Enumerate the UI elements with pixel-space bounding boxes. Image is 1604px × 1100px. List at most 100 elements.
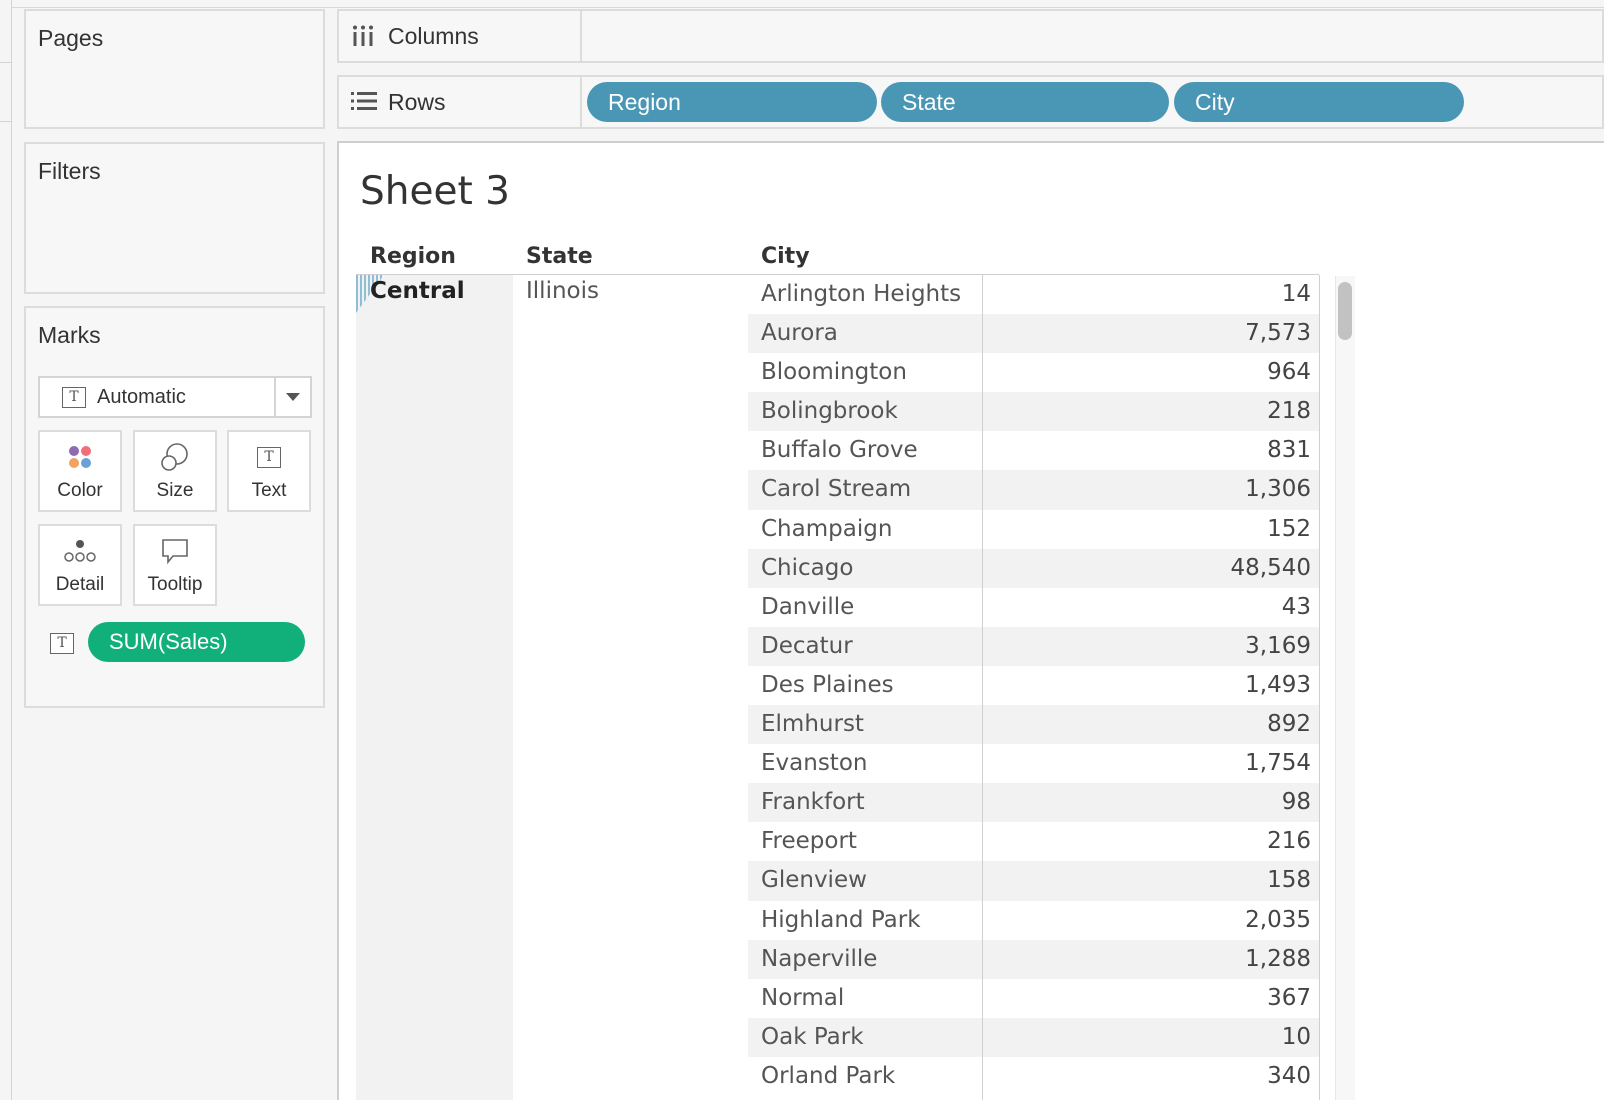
color-button[interactable]: Color	[38, 430, 122, 512]
sales-value-cell[interactable]: 2,035	[1245, 907, 1311, 933]
sales-value-cell[interactable]: 7,573	[1245, 320, 1311, 346]
table-row[interactable]: Evanston 1,754	[748, 744, 1320, 783]
table-row[interactable]: Freeport 216	[748, 822, 1320, 861]
columns-icon	[351, 25, 375, 52]
table-row[interactable]: Arlington Heights 14	[748, 275, 1320, 314]
city-cell[interactable]: Elmhurst	[761, 711, 864, 737]
tooltip-label: Tooltip	[147, 574, 203, 595]
sales-value-cell[interactable]: 1,288	[1245, 946, 1311, 972]
mark-type-dropdown[interactable]: T Automatic	[38, 376, 312, 418]
table-row[interactable]: Orland Park 340	[748, 1057, 1320, 1096]
city-cell[interactable]: Danville	[761, 594, 854, 620]
city-cell[interactable]: Normal	[761, 985, 844, 1011]
city-cell[interactable]: Champaign	[761, 516, 892, 542]
table-row[interactable]: Aurora 7,573	[748, 314, 1320, 354]
city-cell[interactable]: Carol Stream	[761, 476, 911, 502]
sheet-title[interactable]: Sheet 3	[360, 169, 510, 214]
rows-shelf[interactable]: Rows Region State City	[337, 75, 1604, 129]
text-button[interactable]: T Text	[227, 430, 311, 512]
sales-value-cell[interactable]: 43	[1282, 594, 1311, 620]
table-row[interactable]: Chicago 48,540	[748, 548, 1320, 588]
city-cell[interactable]: Orland Park	[761, 1063, 895, 1089]
state-pill[interactable]: State	[881, 82, 1169, 122]
sales-value-cell[interactable]: 152	[1267, 516, 1311, 542]
columns-shelf[interactable]: Columns	[337, 9, 1604, 63]
sales-value-cell[interactable]: 964	[1267, 359, 1311, 385]
sales-value-cell[interactable]: 48,540	[1231, 555, 1311, 581]
city-cell[interactable]: Des Plaines	[761, 672, 894, 698]
table-row[interactable]: Des Plaines 1,493	[748, 666, 1320, 705]
city-cell[interactable]: Glenview	[761, 867, 867, 893]
table-row[interactable]: Buffalo Grove 831	[748, 431, 1320, 470]
tooltip-button[interactable]: Tooltip	[133, 524, 217, 606]
chevron-down-icon[interactable]	[286, 393, 300, 401]
sales-value-cell[interactable]: 158	[1267, 867, 1311, 893]
state-header[interactable]: State	[526, 244, 593, 269]
city-cell[interactable]: Buffalo Grove	[761, 437, 918, 463]
state-cell-illinois[interactable]: Illinois	[526, 278, 599, 304]
sales-value-cell[interactable]: 1,306	[1245, 476, 1311, 502]
table-row[interactable]: Carol Stream 1,306	[748, 470, 1320, 510]
marks-card: Marks T Automatic Color Size T Text Deta…	[24, 306, 325, 708]
city-cell[interactable]: Highland Park	[761, 907, 921, 933]
left-panel-tab[interactable]	[0, 62, 12, 122]
table-row[interactable]: Oak Park 10	[748, 1017, 1320, 1057]
table-row[interactable]: Normal 367	[748, 979, 1320, 1018]
filters-card[interactable]: Filters	[24, 142, 325, 294]
city-cell[interactable]: Decatur	[761, 633, 853, 659]
filters-title: Filters	[38, 158, 101, 184]
region-cell-central[interactable]: Central	[370, 278, 465, 304]
vertical-scrollbar[interactable]	[1335, 276, 1355, 1100]
sales-value-cell[interactable]: 892	[1267, 711, 1311, 737]
marks-title: Marks	[38, 322, 101, 348]
table-row[interactable]: Frankfort 98	[748, 783, 1320, 823]
table-row[interactable]: Highland Park 2,035	[748, 901, 1320, 940]
sales-value-cell[interactable]: 831	[1267, 437, 1311, 463]
region-pill[interactable]: Region	[587, 82, 877, 122]
region-header[interactable]: Region	[370, 244, 456, 269]
table-row[interactable]: Glenview 158	[748, 861, 1320, 901]
sum-sales-pill[interactable]: SUM(Sales)	[88, 622, 305, 662]
city-cell[interactable]: Frankfort	[761, 789, 865, 815]
size-label: Size	[156, 480, 194, 501]
city-cell[interactable]: Aurora	[761, 320, 838, 346]
rows-label: Rows	[388, 89, 446, 115]
table-row[interactable]: Naperville 1,288	[748, 939, 1320, 979]
city-cell[interactable]: Arlington Heights	[761, 281, 961, 307]
pages-card[interactable]: Pages	[24, 9, 325, 129]
sales-value-cell[interactable]: 3,169	[1245, 633, 1311, 659]
sales-value-cell[interactable]: 367	[1267, 985, 1311, 1011]
text-encoding-icon[interactable]: T	[50, 633, 74, 654]
table-row[interactable]: Elmhurst 892	[748, 705, 1320, 745]
color-label: Color	[57, 480, 103, 501]
sales-value-cell[interactable]: 1,754	[1245, 750, 1311, 776]
table-row[interactable]: Champaign 152	[748, 510, 1320, 549]
sales-value-cell[interactable]: 98	[1282, 789, 1311, 815]
sales-value-cell[interactable]: 218	[1267, 398, 1311, 424]
table-row[interactable]: Bolingbrook 218	[748, 392, 1320, 432]
sales-value-cell[interactable]: 340	[1267, 1063, 1311, 1089]
scrollbar-thumb[interactable]	[1338, 282, 1352, 340]
city-cell[interactable]: Evanston	[761, 750, 867, 776]
city-cell[interactable]: Naperville	[761, 946, 877, 972]
city-cell[interactable]: Bolingbrook	[761, 398, 898, 424]
table-row[interactable]: Decatur 3,169	[748, 626, 1320, 666]
mark-type-label: Automatic	[97, 386, 186, 408]
table-row[interactable]: Danville 43	[748, 588, 1320, 627]
sales-value-cell[interactable]: 216	[1267, 828, 1311, 854]
city-header[interactable]: City	[761, 244, 810, 269]
city-cell[interactable]: Oak Park	[761, 1024, 864, 1050]
city-cell[interactable]: Freeport	[761, 828, 857, 854]
sales-value-cell[interactable]: 10	[1282, 1024, 1311, 1050]
table-right-border	[1319, 275, 1320, 1100]
sales-value-cell[interactable]: 1,493	[1245, 672, 1311, 698]
city-pill[interactable]: City	[1174, 82, 1464, 122]
city-cell[interactable]: Chicago	[761, 555, 853, 581]
table-row[interactable]: Bloomington 964	[748, 353, 1320, 392]
city-cell[interactable]: Bloomington	[761, 359, 907, 385]
detail-button[interactable]: Detail	[38, 524, 122, 606]
detail-label: Detail	[55, 574, 105, 595]
sales-value-cell[interactable]: 14	[1282, 281, 1311, 307]
size-button[interactable]: Size	[133, 430, 217, 512]
region-column	[356, 275, 513, 1100]
